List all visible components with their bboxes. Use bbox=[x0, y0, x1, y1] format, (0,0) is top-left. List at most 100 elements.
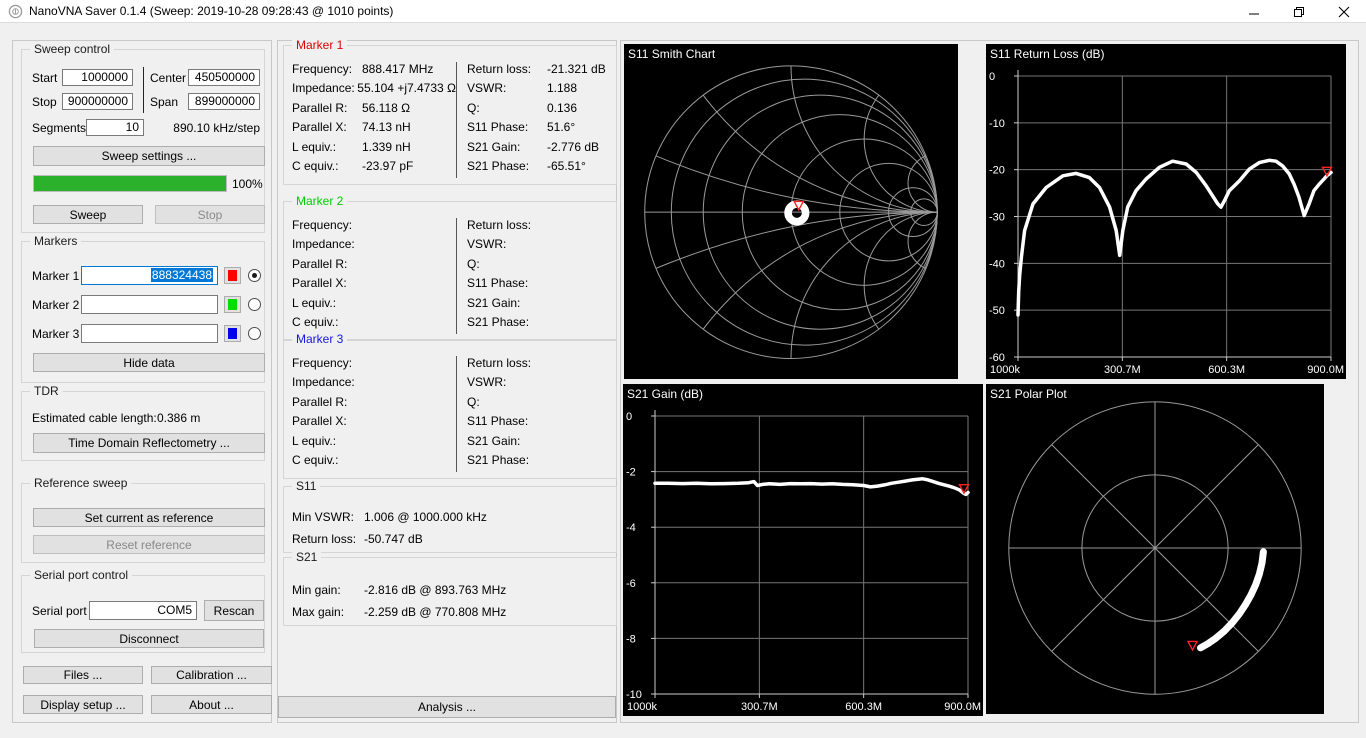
detail-row: Impedance: bbox=[292, 375, 456, 394]
sweep-control-group: Sweep control Start 1000000 Stop 9000000… bbox=[21, 49, 265, 233]
marker3-left-column: Frequency: Impedance: Parallel R: Parall… bbox=[292, 356, 456, 472]
detail-row: S21 Phase: bbox=[467, 315, 616, 334]
serial-port-input[interactable]: COM5 bbox=[89, 601, 197, 620]
window-title: NanoVNA Saver 0.1.4 (Sweep: 2019-10-28 0… bbox=[29, 4, 393, 18]
detail-row: Parallel X: bbox=[292, 414, 456, 433]
detail-row: C equiv.:-23.97 pF bbox=[292, 159, 456, 178]
stop-button[interactable]: Stop bbox=[155, 205, 265, 224]
sweep-settings-button[interactable]: Sweep settings ... bbox=[33, 146, 265, 166]
marker3-color-chip bbox=[228, 328, 237, 339]
svg-text:900.0M: 900.0M bbox=[1307, 364, 1344, 376]
svg-text:-60: -60 bbox=[989, 352, 1005, 364]
restore-icon bbox=[1293, 6, 1305, 18]
svg-text:-6: -6 bbox=[626, 578, 636, 590]
marker1-color-chip bbox=[228, 270, 237, 281]
marker2-color-chip bbox=[228, 299, 237, 310]
detail-row: Parallel X: bbox=[292, 276, 456, 295]
restore-button[interactable] bbox=[1276, 0, 1321, 23]
marker2-radio[interactable] bbox=[248, 298, 261, 311]
cable-length-label: Estimated cable length: bbox=[32, 411, 157, 425]
detail-row: Frequency:888.417 MHz bbox=[292, 62, 456, 81]
disconnect-button[interactable]: Disconnect bbox=[34, 629, 264, 648]
s21-polar-plot[interactable]: S21 Polar Plot bbox=[986, 384, 1324, 714]
span-frequency-input[interactable]: 899000000 bbox=[188, 93, 260, 110]
svg-text:0: 0 bbox=[626, 411, 632, 423]
minimize-button[interactable] bbox=[1231, 0, 1276, 23]
detail-row: Q:0.136 bbox=[467, 101, 616, 120]
s21-stats-title: S21 bbox=[292, 550, 321, 564]
marker1-radio[interactable] bbox=[248, 269, 261, 282]
reset-reference-button[interactable]: Reset reference bbox=[33, 535, 265, 554]
serial-port-label: Serial port bbox=[32, 604, 87, 618]
detail-row: VSWR: bbox=[467, 375, 616, 394]
s11-return-loss-chart[interactable]: S11 Return Loss (dB) 0-10-20-30-40-50-60… bbox=[986, 44, 1346, 379]
marker3-frequency-input[interactable] bbox=[81, 324, 218, 343]
marker3-right-column: Return loss: VSWR: Q: S11 Phase: S21 Gai… bbox=[456, 356, 616, 472]
svg-text:0: 0 bbox=[989, 71, 995, 83]
title-bar: NanoVNA Saver 0.1.4 (Sweep: 2019-10-28 0… bbox=[0, 0, 1366, 23]
markers-legend: Markers bbox=[30, 234, 81, 248]
marker2-frequency-input[interactable] bbox=[81, 295, 218, 314]
app-icon bbox=[8, 4, 23, 19]
display-setup-button[interactable]: Display setup ... bbox=[23, 695, 143, 714]
center-frequency-input[interactable]: 450500000 bbox=[188, 69, 260, 86]
s11-stats-title: S11 bbox=[292, 479, 320, 493]
stop-frequency-input[interactable]: 900000000 bbox=[62, 93, 133, 110]
marker1-frequency-input[interactable]: 888324438 bbox=[81, 266, 218, 285]
s21-gain-chart[interactable]: S21 Gain (dB) 0-2-4-6-8-101000k300.7M600… bbox=[623, 384, 983, 716]
svg-text:-2: -2 bbox=[626, 467, 636, 479]
progress-fill bbox=[34, 176, 226, 191]
start-label: Start bbox=[32, 71, 57, 85]
close-button[interactable] bbox=[1321, 0, 1366, 23]
svg-text:-8: -8 bbox=[626, 633, 636, 645]
svg-text:-20: -20 bbox=[989, 165, 1005, 177]
svg-text:-40: -40 bbox=[989, 258, 1005, 270]
s21-gain-chart-title: S21 Gain (dB) bbox=[627, 387, 703, 401]
marker1-label: Marker 1 bbox=[32, 269, 79, 283]
detail-row: Parallel R: bbox=[292, 395, 456, 414]
detail-row: Q: bbox=[467, 395, 616, 414]
marker3-label: Marker 3 bbox=[32, 327, 79, 341]
calibration-button[interactable]: Calibration ... bbox=[151, 666, 272, 684]
detail-row: S11 Phase: bbox=[467, 414, 616, 433]
svg-text:-50: -50 bbox=[989, 305, 1005, 317]
tdr-button[interactable]: Time Domain Reflectometry ... bbox=[33, 433, 265, 453]
sweep-control-legend: Sweep control bbox=[30, 42, 114, 56]
detail-row: S21 Gain: bbox=[467, 434, 616, 453]
marker2-color-button[interactable] bbox=[224, 296, 241, 313]
marker-data-panel: Marker 1 Frequency:888.417 MHz Impedance… bbox=[277, 40, 617, 723]
s11-smith-chart[interactable]: S11 Smith Chart bbox=[624, 44, 958, 379]
close-icon bbox=[1338, 6, 1350, 18]
analysis-button[interactable]: Analysis ... bbox=[278, 696, 616, 718]
segments-input[interactable]: 10 bbox=[86, 119, 144, 136]
files-button[interactable]: Files ... bbox=[23, 666, 143, 684]
reference-sweep-group: Reference sweep Set current as reference… bbox=[21, 483, 265, 563]
svg-text:1000k: 1000k bbox=[627, 701, 657, 713]
marker3-radio[interactable] bbox=[248, 327, 261, 340]
hide-data-button[interactable]: Hide data bbox=[33, 353, 265, 372]
start-frequency-input[interactable]: 1000000 bbox=[62, 69, 133, 86]
marker1-selected-text: 888324438 bbox=[151, 268, 213, 282]
detail-row: Return loss: bbox=[467, 218, 616, 237]
sweep-progress-bar bbox=[33, 175, 227, 192]
marker2-detail-box: Marker 2 Frequency: Impedance: Parallel … bbox=[283, 201, 617, 341]
cable-length-value: 0.386 m bbox=[157, 411, 200, 425]
svg-text:-30: -30 bbox=[989, 212, 1005, 224]
about-button[interactable]: About ... bbox=[151, 695, 272, 714]
sweep-button[interactable]: Sweep bbox=[33, 205, 143, 224]
detail-row: Frequency: bbox=[292, 218, 456, 237]
s11-smith-chart-title: S11 Smith Chart bbox=[628, 47, 715, 61]
detail-row: L equiv.: bbox=[292, 296, 456, 315]
progress-percent-label: 100% bbox=[232, 177, 263, 191]
marker1-right-column: Return loss:-21.321 dB VSWR:1.188 Q:0.13… bbox=[456, 62, 616, 178]
marker3-color-button[interactable] bbox=[224, 325, 241, 342]
detail-row: Frequency: bbox=[292, 356, 456, 375]
stop-label: Stop bbox=[32, 95, 57, 109]
detail-row: VSWR: bbox=[467, 237, 616, 256]
rescan-button[interactable]: Rescan bbox=[204, 600, 264, 621]
s11-return-loss-chart-title: S11 Return Loss (dB) bbox=[990, 47, 1105, 61]
markers-group: Markers Marker 1 888324438 Marker 2 Mark… bbox=[21, 241, 265, 383]
detail-row: S21 Phase: bbox=[467, 453, 616, 472]
marker1-color-button[interactable] bbox=[224, 267, 241, 284]
set-reference-button[interactable]: Set current as reference bbox=[33, 508, 265, 527]
